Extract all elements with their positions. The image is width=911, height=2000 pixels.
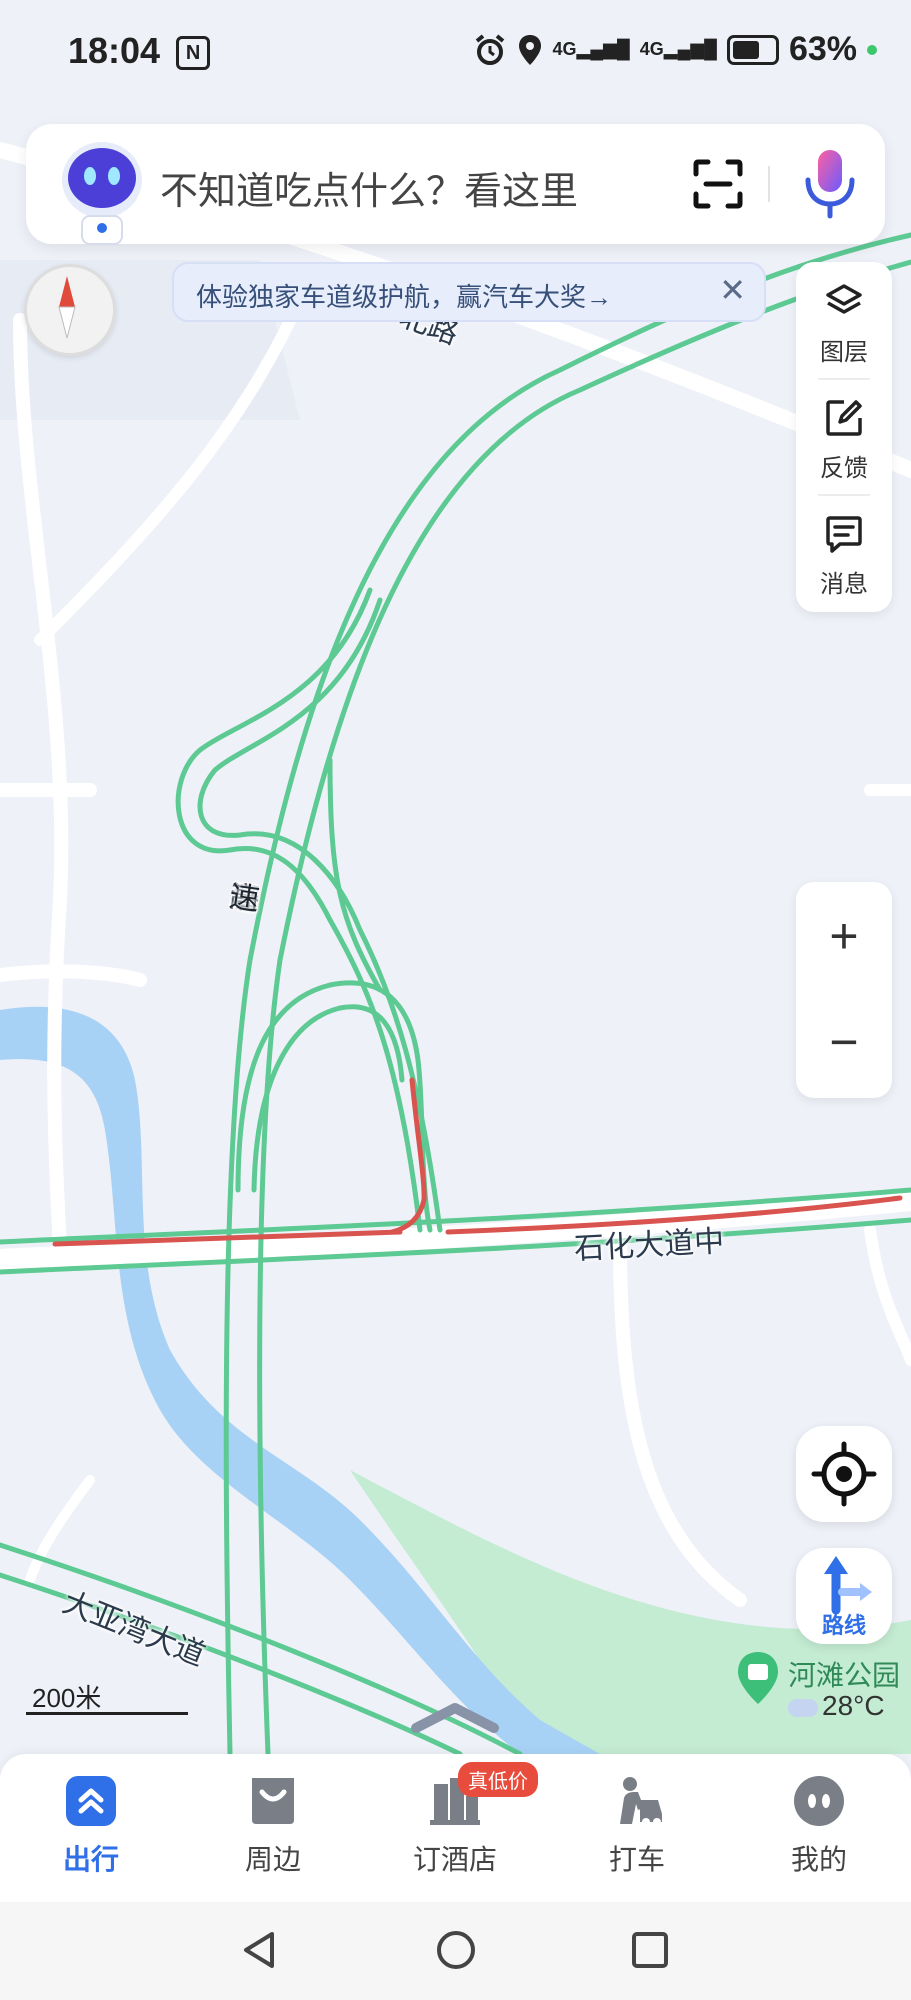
scale-label: 200米 xyxy=(32,1683,102,1713)
scale-bar xyxy=(26,1712,188,1715)
locate-button[interactable] xyxy=(796,1426,892,1522)
microphone-icon[interactable] xyxy=(798,144,862,224)
battery-icon xyxy=(726,34,779,65)
nav-item-nearby[interactable]: 周边 xyxy=(182,1754,364,1902)
system-nav-bar xyxy=(0,1902,911,2000)
back-icon[interactable] xyxy=(238,1928,282,1972)
messages-label: 消息 xyxy=(820,571,868,598)
route-button[interactable]: 路线 xyxy=(796,1548,892,1644)
tool-divider xyxy=(818,378,870,380)
status-time: 18:04 N xyxy=(68,30,211,72)
nav-item-travel[interactable]: 出行 xyxy=(0,1754,182,1902)
battery-percent: 63% xyxy=(788,30,857,68)
network-icon: 4G▂▄▆█ xyxy=(552,39,630,59)
weather-cloud-icon xyxy=(788,1698,818,1717)
poi-name[interactable]: 河滩公园 xyxy=(788,1654,900,1694)
edit-feedback-icon xyxy=(826,400,862,436)
weather-badge: 28°C xyxy=(788,1690,885,1722)
promo-banner-text[interactable]: 体验独家车道级护航，赢汽车大奖→ xyxy=(196,277,612,314)
status-icons: 4G▂▄▆█ 4G▂▄▆█ 63% xyxy=(473,30,877,69)
recents-icon[interactable] xyxy=(628,1928,672,1972)
road-label-shihua: 石化大道中 xyxy=(573,1225,725,1266)
status-bar: 18:04 N 4G▂▄▆█ 4G▂▄▆█ 63% xyxy=(0,0,911,110)
feedback-label: 反馈 xyxy=(820,455,868,482)
locate-icon xyxy=(811,1441,877,1507)
promo-banner[interactable]: 体验独家车道级护航，赢汽车大奖→ ✕ xyxy=(172,262,766,322)
compass-button[interactable] xyxy=(24,264,116,356)
map-tools-panel: 图层 反馈 消息 xyxy=(796,262,892,612)
layers-label: 图层 xyxy=(820,339,868,366)
route-arrow-icon xyxy=(824,1556,872,1614)
search-placeholder[interactable]: 不知道吃点什么？看这里 xyxy=(160,160,578,215)
feedback-button[interactable]: 反馈 xyxy=(796,384,892,494)
scan-icon[interactable] xyxy=(688,154,748,214)
online-dot-icon xyxy=(867,44,877,55)
travel-icon xyxy=(66,1776,116,1826)
nearby-icon xyxy=(252,1778,294,1824)
nav-label: 出行 xyxy=(62,1844,119,1875)
nav-label: 打车 xyxy=(608,1844,665,1875)
zoom-in-button[interactable]: + xyxy=(796,886,892,986)
tool-divider xyxy=(818,494,870,496)
home-icon[interactable] xyxy=(434,1928,478,1972)
profile-icon xyxy=(794,1776,844,1826)
nav-item-profile[interactable]: 我的 xyxy=(728,1754,910,1902)
highway-char: 速 xyxy=(227,880,262,918)
close-icon[interactable]: ✕ xyxy=(719,274,746,306)
zoom-control: + − xyxy=(796,882,892,1098)
search-bar[interactable]: 不知道吃点什么？看这里 xyxy=(26,124,885,244)
mascot-avatar-icon[interactable] xyxy=(56,130,146,250)
layers-button[interactable]: 图层 xyxy=(796,268,892,378)
nav-item-taxi[interactable]: 打车 xyxy=(546,1754,728,1902)
nav-item-hotel[interactable]: 真低价 订酒店 xyxy=(364,1754,546,1902)
route-label: 路线 xyxy=(821,1613,866,1638)
alarm-icon xyxy=(475,33,504,65)
nav-label: 周边 xyxy=(244,1844,301,1875)
map-scale: 200米 xyxy=(26,1678,190,1718)
message-icon xyxy=(826,516,862,553)
park-pin-icon xyxy=(738,1652,778,1704)
taxi-icon xyxy=(620,1777,662,1826)
layers-icon xyxy=(826,284,862,314)
nav-label: 订酒店 xyxy=(412,1844,497,1875)
bottom-nav: 出行 周边 真低价 订酒店 打车 我的 xyxy=(0,1754,911,1902)
messages-button[interactable]: 消息 xyxy=(796,500,892,610)
price-badge: 真低价 xyxy=(458,1762,538,1797)
nav-label: 我的 xyxy=(790,1844,847,1875)
location-icon xyxy=(518,34,541,65)
compass-icon xyxy=(58,276,76,339)
network-icon: 4G▂▄▆█ xyxy=(639,39,717,59)
zoom-out-button[interactable]: − xyxy=(796,992,892,1092)
nfc-icon: N xyxy=(176,36,211,71)
search-divider xyxy=(768,166,770,202)
